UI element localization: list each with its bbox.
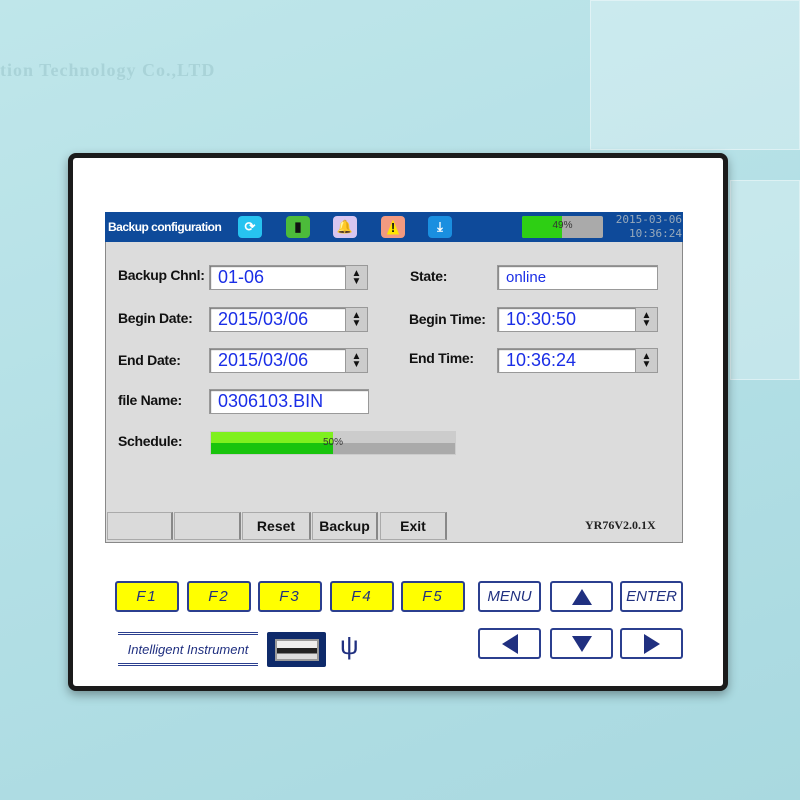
background-decoration <box>590 0 800 150</box>
end-date-field[interactable]: 2015/03/06 ▲ ▼ <box>209 348 368 373</box>
exit-button[interactable]: Exit <box>380 512 447 540</box>
warning-icon[interactable]: ! <box>381 216 405 238</box>
begin-date-label: Begin Date: <box>118 310 193 326</box>
end-time-field[interactable]: 10:36:24 ▲ ▼ <box>497 348 658 373</box>
softkey-2[interactable] <box>174 512 241 540</box>
arrow-up-icon <box>571 588 592 605</box>
battery-label: 49% <box>552 220 573 231</box>
spinner-icon[interactable]: ▲ ▼ <box>635 308 657 331</box>
spinner-icon[interactable]: ▲ ▼ <box>345 266 367 289</box>
begin-date-field[interactable]: 2015/03/06 ▲ ▼ <box>209 307 368 332</box>
file-name-field[interactable]: 0306103.BIN <box>209 389 369 414</box>
begin-date-value: 2015/03/06 <box>218 309 309 329</box>
spinner-icon[interactable]: ▲ ▼ <box>345 349 367 372</box>
f5-key[interactable]: F5 <box>401 581 465 612</box>
up-key[interactable] <box>550 581 613 612</box>
softkey-1[interactable] <box>107 512 173 540</box>
arrow-right-icon <box>643 633 660 654</box>
background-watermark: tion Technology Co.,LTD <box>0 60 216 80</box>
state-value: online <box>506 269 547 286</box>
f3-key[interactable]: F3 <box>258 581 322 612</box>
down-key[interactable] <box>550 628 613 659</box>
end-date-value: 2015/03/06 <box>218 350 309 370</box>
arrow-down-icon <box>571 635 592 652</box>
backup-chnl-label: Backup Chnl: <box>118 267 205 283</box>
screen-title: Backup configuration <box>108 220 222 234</box>
usb-port <box>267 632 326 667</box>
device-screen <box>105 212 683 543</box>
backup-chnl-value: 01-06 <box>218 267 265 287</box>
right-key[interactable] <box>620 628 683 659</box>
brand-label: Intelligent Instrument <box>118 632 258 666</box>
f2-key[interactable]: F2 <box>187 581 251 612</box>
f4-key[interactable]: F4 <box>330 581 394 612</box>
f1-key[interactable]: F1 <box>115 581 179 612</box>
background-decoration <box>730 180 800 380</box>
refresh-icon[interactable]: ⟳ <box>238 216 262 238</box>
spinner-icon[interactable]: ▲ ▼ <box>345 308 367 331</box>
usb-icon: ψ <box>340 630 359 660</box>
begin-time-field[interactable]: 10:30:50 ▲ ▼ <box>497 307 658 332</box>
file-name-value: 0306103.BIN <box>218 391 324 411</box>
left-key[interactable] <box>478 628 541 659</box>
arrow-left-icon <box>501 633 518 654</box>
backup-chnl-field[interactable]: 01-06 ▲ ▼ <box>209 265 368 290</box>
end-date-label: End Date: <box>118 352 181 368</box>
clock-date: 2015-03-06 <box>615 213 682 226</box>
version-label: YR76V2.0.1X <box>585 518 656 532</box>
clock-time: 10:36:24 <box>629 227 682 240</box>
file-name-label: file Name: <box>118 392 182 408</box>
bell-icon[interactable]: 🔔 <box>333 216 357 238</box>
backup-button[interactable]: Backup <box>312 512 378 540</box>
menu-key[interactable]: MENU <box>478 581 541 612</box>
schedule-label: Schedule: <box>118 433 183 449</box>
spinner-icon[interactable]: ▲ ▼ <box>635 349 657 372</box>
schedule-progress-text: 50% <box>322 437 343 448</box>
begin-time-value: 10:30:50 <box>506 309 577 329</box>
end-time-value: 10:36:24 <box>506 350 577 370</box>
download-icon[interactable]: ⤓ <box>428 216 452 238</box>
schedule-progress-bar: 50% <box>210 431 456 455</box>
reset-button[interactable]: Reset <box>242 512 311 540</box>
begin-time-label: Begin Time: <box>409 311 486 327</box>
state-label: State: <box>410 268 448 284</box>
usb-device-icon[interactable]: ▮ <box>286 216 310 238</box>
battery-indicator: 49% <box>522 216 603 238</box>
enter-key[interactable]: ENTER <box>620 581 683 612</box>
clock: 2015-03-06 10:36:24 <box>610 213 682 241</box>
state-field: online <box>497 265 658 290</box>
end-time-label: End Time: <box>409 350 474 366</box>
